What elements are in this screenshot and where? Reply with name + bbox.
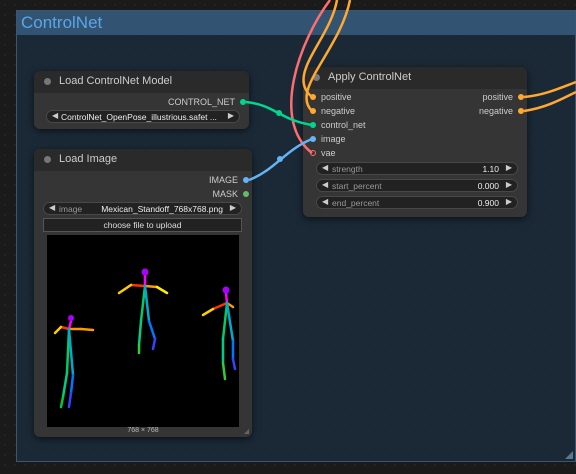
- node-title: Load Image: [59, 153, 118, 165]
- left-arrow-icon[interactable]: ◀: [52, 111, 58, 120]
- positive-output-label: positive: [482, 92, 513, 102]
- collapse-dot-icon[interactable]: [313, 74, 320, 81]
- node-header[interactable]: Load Image: [34, 149, 252, 171]
- node-resize-handle[interactable]: [244, 429, 249, 434]
- load-controlnet-node[interactable]: Load ControlNet Model CONTROL_NET ◀ Cont…: [34, 71, 249, 129]
- image-widget-value: Mexican_Standoff_768x768.png: [101, 204, 223, 214]
- control-net-input-slot[interactable]: [310, 122, 316, 128]
- end-percent-value: 0.900: [477, 198, 499, 208]
- left-arrow-icon[interactable]: ◀: [322, 180, 328, 189]
- vae-input-slot[interactable]: [310, 150, 316, 156]
- control-net-output-slot[interactable]: [240, 99, 246, 105]
- start-percent-value: 0.000: [477, 181, 499, 191]
- positive-output-slot[interactable]: [518, 94, 524, 100]
- start-percent-slider[interactable]: ◀ start_percent 0.000 ▶: [316, 179, 518, 192]
- preview-caption: 768 × 768: [127, 427, 159, 434]
- control-net-output-label: CONTROL_NET: [167, 97, 235, 107]
- end-percent-slider[interactable]: ◀ end_percent 0.900 ▶: [316, 196, 518, 209]
- node-header[interactable]: Apply ControlNet: [303, 67, 527, 89]
- right-arrow-icon[interactable]: ▶: [228, 111, 234, 120]
- left-arrow-icon[interactable]: ◀: [49, 203, 55, 212]
- left-arrow-icon[interactable]: ◀: [322, 197, 328, 206]
- right-arrow-icon[interactable]: ▶: [506, 197, 512, 206]
- mask-output-slot[interactable]: [243, 191, 249, 197]
- node-title: Load ControlNet Model: [59, 75, 173, 87]
- node-header[interactable]: Load ControlNet Model: [34, 71, 249, 93]
- load-image-node[interactable]: Load Image IMAGE MASK ◀ image Mexican_St…: [34, 149, 252, 437]
- strength-value: 1.10: [482, 164, 499, 174]
- openpose-skeleton-image: [53, 268, 237, 409]
- image-output-label: IMAGE: [208, 175, 238, 185]
- right-arrow-icon[interactable]: ▶: [506, 180, 512, 189]
- image-widget-name: image: [59, 204, 83, 214]
- controlnet-model-value: ControlNet_OpenPose_illustrious.safet ..…: [61, 112, 217, 122]
- node-title: Apply ControlNet: [328, 71, 412, 83]
- image-input-label: image: [321, 134, 346, 144]
- negative-output-slot[interactable]: [518, 108, 524, 114]
- start-percent-name: start_percent: [332, 181, 382, 191]
- controlnet-model-select[interactable]: ◀ ControlNet_OpenPose_illustrious.safet …: [46, 110, 240, 123]
- end-percent-name: end_percent: [332, 198, 380, 208]
- apply-controlnet-node[interactable]: Apply ControlNet positive negative contr…: [303, 67, 527, 217]
- positive-input-label: positive: [321, 92, 352, 102]
- negative-output-label: negative: [478, 106, 513, 116]
- positive-input-slot[interactable]: [310, 94, 316, 100]
- image-select[interactable]: ◀ image Mexican_Standoff_768x768.png ▶: [43, 202, 242, 215]
- mask-output-label: MASK: [212, 189, 238, 199]
- group-title: ControlNet: [21, 13, 103, 32]
- collapse-dot-icon[interactable]: [44, 156, 51, 163]
- group-header[interactable]: ControlNet: [17, 11, 575, 35]
- vae-input-label: vae: [321, 148, 336, 158]
- left-arrow-icon[interactable]: ◀: [322, 163, 328, 172]
- image-input-slot[interactable]: [310, 136, 316, 142]
- strength-slider[interactable]: ◀ strength 1.10 ▶: [316, 162, 518, 175]
- negative-input-label: negative: [321, 106, 356, 116]
- group-resize-handle[interactable]: [565, 451, 573, 459]
- negative-input-slot[interactable]: [310, 108, 316, 114]
- upload-button[interactable]: choose file to upload: [43, 218, 242, 232]
- right-arrow-icon[interactable]: ▶: [506, 163, 512, 172]
- image-preview: [47, 235, 239, 427]
- right-arrow-icon[interactable]: ▶: [230, 203, 236, 212]
- strength-name: strength: [332, 164, 363, 174]
- collapse-dot-icon[interactable]: [44, 78, 51, 85]
- control-net-input-label: control_net: [321, 120, 366, 130]
- image-output-slot[interactable]: [243, 177, 249, 183]
